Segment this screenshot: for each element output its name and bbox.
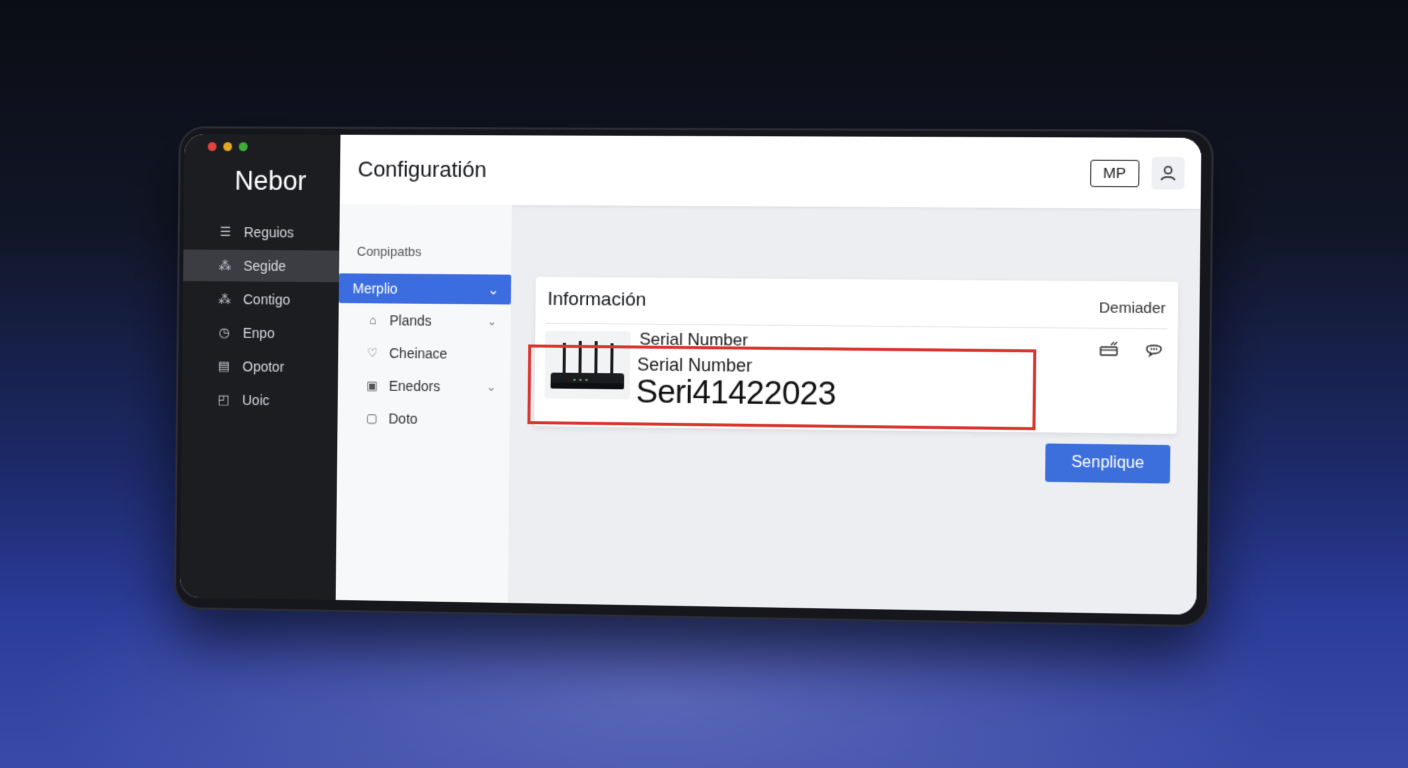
subnav-item-cheinace[interactable]: ♡ Cheinace bbox=[338, 336, 510, 370]
sidebar-item-label: Uoic bbox=[242, 392, 270, 409]
sidebar-item-uoic[interactable]: ◰ Uoic bbox=[182, 383, 338, 416]
home-icon: ⌂ bbox=[369, 312, 377, 327]
page-title: Configuratión bbox=[357, 156, 487, 183]
chevron-down-icon: ⌄ bbox=[486, 379, 497, 394]
subnav-item-label: Plands bbox=[389, 311, 432, 329]
document-icon: ▤ bbox=[217, 358, 231, 374]
maximize-dot[interactable] bbox=[238, 142, 248, 152]
menu-icon: ☰ bbox=[219, 224, 232, 239]
subnav: Merplio ⌄ ⌂ Plands ⌄ ♡ Cheinace ▣ Enedor… bbox=[335, 204, 512, 603]
main-content: Configuratión MP Conpipatbs Merplio ⌄ ⌂ … bbox=[335, 134, 1202, 615]
tablet-device: Nebor ☰ Reguios ⁂ Segide ⁂ Contigo ◷ Enp… bbox=[173, 126, 1214, 628]
sidebar-item-label: Opotor bbox=[242, 358, 285, 375]
sidebar-item-segide[interactable]: ⁂ Segide bbox=[183, 249, 340, 283]
network-icon: ⁂ bbox=[218, 257, 232, 273]
subnav-item-label: Enedors bbox=[388, 377, 441, 394]
chat-icon bbox=[1144, 341, 1165, 357]
window-controls bbox=[207, 142, 248, 152]
sidebar-item-label: Segide bbox=[243, 257, 287, 274]
primary-action-button[interactable]: Senplique bbox=[1045, 443, 1171, 484]
serial-highlight-box bbox=[527, 344, 1037, 431]
user-button[interactable] bbox=[1151, 156, 1185, 190]
device-icon bbox=[1099, 341, 1120, 357]
sidebar: Nebor ☰ Reguios ⁂ Segide ⁂ Contigo ◷ Enp… bbox=[179, 134, 341, 600]
mp-badge[interactable]: MP bbox=[1089, 159, 1140, 187]
card-right-label[interactable]: Demiader bbox=[1099, 299, 1166, 317]
subnav-item-doto[interactable]: ▢ Doto bbox=[337, 401, 509, 436]
section-label: Conpipatbs bbox=[356, 243, 422, 260]
card-title: Información bbox=[547, 288, 647, 311]
sidebar-item-reguios[interactable]: ☰ Reguios bbox=[183, 216, 339, 249]
shield-icon: ◰ bbox=[217, 391, 230, 407]
subnav-selected-label: Merplio bbox=[352, 280, 398, 297]
user-icon bbox=[1159, 164, 1178, 182]
subnav-selected-dropdown[interactable]: Merplio ⌄ bbox=[338, 273, 512, 305]
chevron-down-icon: ⌄ bbox=[486, 313, 497, 328]
sidebar-item-enpo[interactable]: ◷ Enpo bbox=[182, 316, 338, 349]
subnav-item-plands[interactable]: ⌂ Plands ⌄ bbox=[338, 303, 510, 337]
subnav-item-label: Cheinace bbox=[389, 344, 448, 362]
app-window: Nebor ☰ Reguios ⁂ Segide ⁂ Contigo ◷ Enp… bbox=[179, 134, 1202, 615]
network-icon: ⁂ bbox=[218, 291, 232, 307]
file-icon: ▢ bbox=[366, 410, 378, 425]
app-logo: Nebor bbox=[234, 165, 307, 196]
close-dot[interactable] bbox=[207, 142, 217, 152]
header: Configuratión MP bbox=[339, 134, 1202, 209]
sidebar-item-label: Enpo bbox=[242, 324, 275, 342]
sidebar-item-label: Contigo bbox=[243, 291, 291, 308]
minimize-dot[interactable] bbox=[223, 142, 233, 152]
sidebar-item-contigo[interactable]: ⁂ Contigo bbox=[183, 283, 339, 316]
sidebar-item-label: Reguios bbox=[243, 224, 294, 241]
card-divider bbox=[545, 322, 1168, 330]
chevron-down-icon: ⌄ bbox=[487, 280, 500, 297]
sidebar-item-opotor[interactable]: ▤ Opotor bbox=[182, 350, 338, 383]
page-body: Conpipatbs Merplio ⌄ ⌂ Plands ⌄ ♡ Cheina… bbox=[335, 204, 1201, 615]
grid-icon: ▣ bbox=[366, 378, 378, 393]
device-settings-button[interactable] bbox=[1097, 340, 1120, 358]
chat-button[interactable] bbox=[1143, 340, 1166, 358]
clock-icon: ◷ bbox=[218, 324, 230, 340]
subnav-item-enedors[interactable]: ▣ Enedors ⌄ bbox=[338, 368, 510, 403]
subnav-item-label: Doto bbox=[388, 410, 418, 427]
heart-icon: ♡ bbox=[367, 345, 378, 360]
main-panel: Información Demiader Serial Number Seria… bbox=[508, 205, 1201, 615]
